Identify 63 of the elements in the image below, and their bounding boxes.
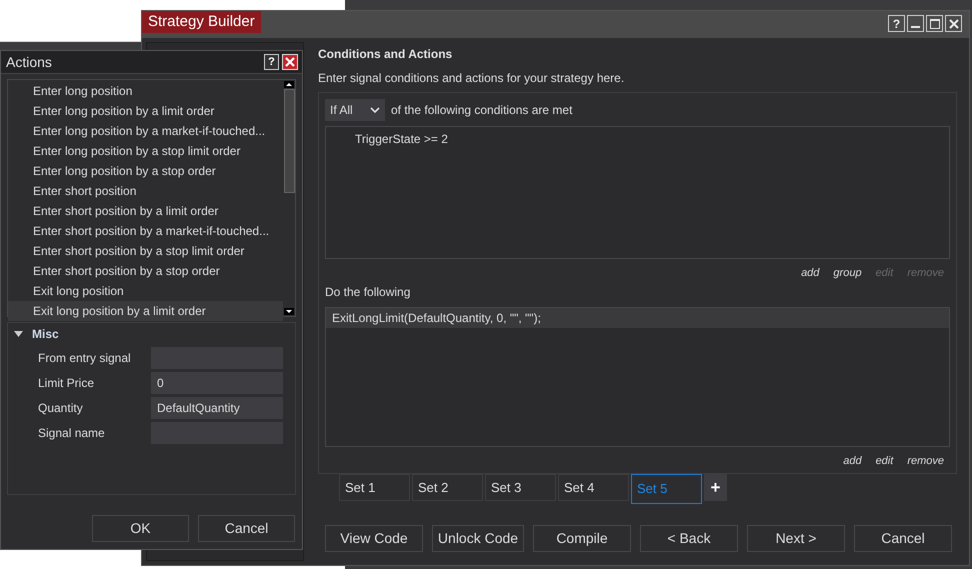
action-item[interactable]: Enter long position by a stop limit order (8, 141, 283, 161)
footer-button[interactable]: Compile (533, 525, 631, 552)
dialog-title: Actions (6, 52, 52, 72)
dialog-button[interactable]: Cancel (198, 515, 295, 542)
maximize-button[interactable] (926, 15, 943, 32)
action-item[interactable]: Enter short position by a stop order (8, 261, 283, 281)
action-item[interactable]: Enter short position by a limit order (8, 201, 283, 221)
action-item[interactable]: Enter short position by a market-if-touched... (8, 221, 283, 241)
minimize-button[interactable] (907, 15, 924, 32)
property-name: Quantity (37, 400, 84, 417)
action-item[interactable]: Exit long position by a limit order (8, 301, 283, 321)
scrollbar[interactable] (283, 80, 295, 316)
set-tab[interactable]: Set 3 (485, 474, 556, 501)
section-title: Misc (32, 326, 59, 343)
action-item[interactable]: Enter short position by a stop limit order (8, 241, 283, 261)
scroll-down-icon[interactable] (284, 308, 294, 315)
mode-dropdown[interactable]: If All (325, 99, 385, 121)
footer-button[interactable]: Next > (747, 525, 845, 552)
condition-link[interactable]: add (801, 265, 820, 282)
action-item[interactable]: Enter long position by a stop order (8, 161, 283, 181)
footer-button[interactable]: < Back (640, 525, 738, 552)
scroll-up-icon[interactable] (284, 81, 294, 88)
actions-label: Do the following (325, 284, 412, 300)
action-item[interactable]: Enter long position by a market-if-touched... (8, 121, 283, 141)
action-item[interactable]: Exit long position (8, 281, 283, 301)
footer-button[interactable]: Cancel (854, 525, 952, 552)
footer-button[interactable]: Unlock Code (432, 525, 524, 552)
add-set-button[interactable]: + (704, 474, 727, 501)
condition-link[interactable]: group (833, 265, 862, 282)
footer-button[interactable]: View Code (325, 525, 423, 552)
property-field[interactable]: DefaultQuantity (151, 397, 283, 419)
section-heading: Conditions and Actions (318, 46, 454, 63)
window-title: Strategy Builder (142, 11, 261, 33)
mode-label: of the following conditions are met (391, 102, 572, 119)
action-item[interactable]: Enter long position (8, 81, 283, 101)
property-name: Signal name (37, 425, 106, 442)
property-name: From entry signal (37, 350, 132, 367)
minimize-icon (911, 26, 920, 28)
action-item[interactable]: Enter long position by a limit order (8, 101, 283, 121)
action-link[interactable]: remove (907, 452, 944, 469)
chevron-down-icon (370, 106, 380, 114)
set-tab[interactable]: Set 1 (339, 474, 410, 501)
subtitle: Enter signal conditions and actions for your strategy here. (318, 70, 626, 87)
help-button[interactable]: ? (888, 15, 905, 32)
property-name: Limit Price (37, 375, 96, 392)
collapse-icon[interactable] (14, 331, 23, 337)
action-link[interactable]: edit (876, 452, 894, 469)
help-button[interactable]: ? (264, 54, 279, 70)
close-icon (285, 57, 295, 67)
scrollbar-thumb[interactable] (284, 88, 294, 192)
set-tab[interactable]: Set 2 (412, 474, 483, 501)
set-tab[interactable]: Set 4 (558, 474, 629, 501)
close-button[interactable] (945, 15, 962, 32)
close-icon (948, 18, 958, 28)
action-link[interactable]: add (843, 452, 862, 469)
maximize-icon (930, 18, 940, 28)
action-item[interactable]: Enter short position (8, 181, 283, 201)
set-tab[interactable]: Set 5 (631, 474, 702, 504)
action-item[interactable]: ExitLongLimit(DefaultQuantity, 0, "", ""); (326, 308, 949, 328)
condition-item[interactable]: TriggerState >= 2 (355, 130, 949, 146)
close-button[interactable] (282, 54, 298, 70)
dialog-button[interactable]: OK (92, 515, 189, 542)
property-field[interactable]: 0 (151, 372, 283, 394)
